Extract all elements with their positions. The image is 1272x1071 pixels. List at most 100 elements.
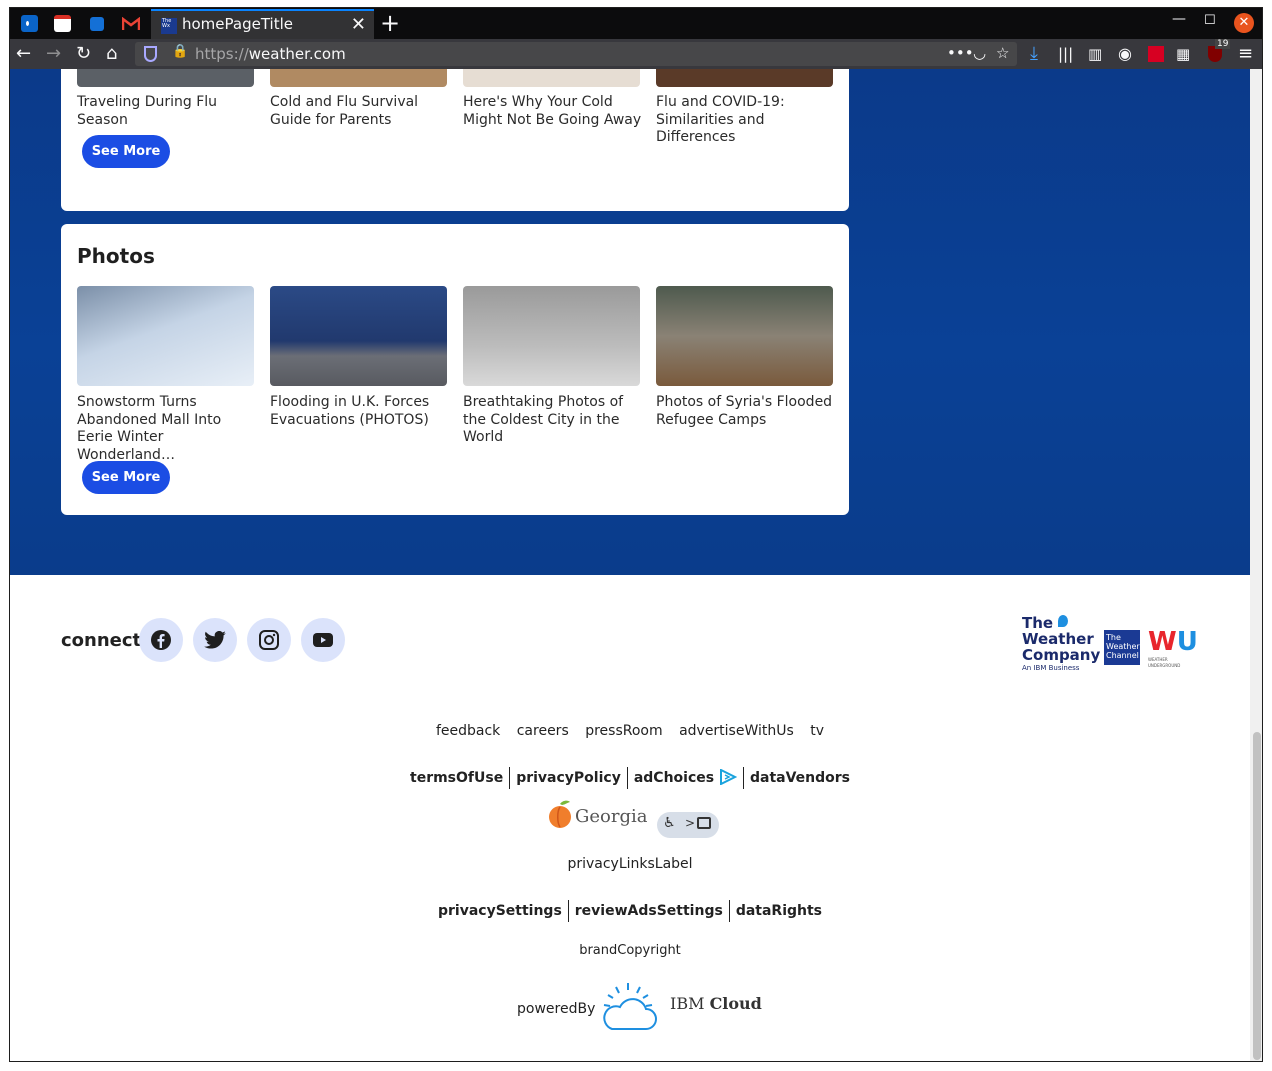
youtube-icon xyxy=(313,633,333,647)
pinned-tab-windows[interactable] xyxy=(80,8,113,39)
new-tab-icon[interactable]: + xyxy=(380,9,400,37)
privacy-settings-link[interactable]: privacySettings xyxy=(438,903,562,919)
see-more-button[interactable]: See More xyxy=(82,461,170,494)
extension-icon[interactable]: ▦ xyxy=(1176,43,1190,65)
article-link[interactable]: Flu and COVID-19: Similarities and Diffe… xyxy=(656,94,836,147)
library-icon[interactable]: ||| xyxy=(1058,43,1073,65)
facebook-link[interactable] xyxy=(139,618,183,662)
nav-bar: ← → ↻ ⌂ 🔒 https://weather.com ••• ◡ ☆ ⤓ … xyxy=(10,39,1262,69)
weather-channel-logo[interactable]: The Weather Channel xyxy=(1104,630,1140,665)
photo-link[interactable]: Flooding in U.K. Forces Evacuations (PHO… xyxy=(270,394,450,429)
photos-card: Photos Snowstorm Turns Abandoned Mall In… xyxy=(61,224,849,515)
pinned-tab-outlook[interactable] xyxy=(13,8,46,39)
tab-active[interactable]: The Wx homePageTitle ✕ xyxy=(151,9,374,39)
account-icon[interactable]: ◉ xyxy=(1118,43,1132,65)
download-icon[interactable]: ⤓ xyxy=(1030,43,1038,65)
outlook-icon xyxy=(21,15,38,32)
thumbnail-image[interactable] xyxy=(270,69,447,87)
windows-icon xyxy=(89,16,104,31)
article-link[interactable]: Traveling During Flu Season xyxy=(77,94,257,129)
georgia-logo[interactable]: Georgia xyxy=(548,799,647,833)
back-icon[interactable]: ← xyxy=(16,43,31,65)
accessibility-icon: ♿ xyxy=(663,815,676,831)
legal-links: termsOfUse privacyPolicy adChoices dataVen… xyxy=(10,767,1250,789)
pocket-icon[interactable]: ◡ xyxy=(973,44,986,62)
thumbnail-image[interactable] xyxy=(656,69,833,87)
photo-link[interactable]: Snowstorm Turns Abandoned Mall Into Eeri… xyxy=(77,394,257,464)
browser-window: The Wx homePageTitle ✕ + — ☐ ✕ ← → ↻ ⌂ 🔒 … xyxy=(9,7,1263,1062)
data-rights-link[interactable]: dataRights xyxy=(736,903,822,919)
tab-bar: The Wx homePageTitle ✕ + — ☐ ✕ xyxy=(10,8,1262,39)
feedback-link[interactable]: feedback xyxy=(436,723,500,739)
sidebar-icon[interactable]: ▥ xyxy=(1088,43,1102,65)
press-room-link[interactable]: pressRoom xyxy=(585,723,662,739)
page-scrollbar[interactable] xyxy=(1250,69,1262,1061)
powered-by-label: poweredBy xyxy=(517,1001,596,1017)
data-vendors-link[interactable]: dataVendors xyxy=(750,770,850,786)
peach-icon xyxy=(549,800,571,828)
weather-channel-favicon: The Wx xyxy=(161,18,177,34)
terms-link[interactable]: termsOfUse xyxy=(410,770,503,786)
instagram-link[interactable] xyxy=(247,618,291,662)
droplet-icon xyxy=(1058,615,1069,627)
lock-icon[interactable]: 🔒 xyxy=(172,44,188,59)
tv-link[interactable]: tv xyxy=(810,723,824,739)
page-viewport: Traveling During Flu Season Cold and Flu… xyxy=(10,69,1250,1061)
url-text[interactable]: https://weather.com xyxy=(195,45,346,63)
youtube-link[interactable] xyxy=(301,618,345,662)
ibm-cloud-wordmark[interactable]: IBM Cloud xyxy=(670,994,762,1013)
video-card: Traveling During Flu Season Cold and Flu… xyxy=(61,69,849,211)
close-tab-icon[interactable]: ✕ xyxy=(351,14,366,35)
thumbnail-image[interactable] xyxy=(463,69,640,87)
minimize-icon[interactable]: — xyxy=(1172,11,1186,27)
accessibility-badge[interactable]: ♿ > xyxy=(657,812,719,838)
weather-underground-logo[interactable]: WU WEATHER UNDERGROUND xyxy=(1148,627,1200,669)
gmail-icon xyxy=(54,15,71,32)
pinned-tab-gmail[interactable] xyxy=(114,8,147,39)
photo-thumbnail[interactable] xyxy=(463,286,640,386)
privacy-links: privacySettings reviewAdsSettings dataRigh… xyxy=(10,900,1250,922)
see-more-button[interactable]: See More xyxy=(82,135,170,168)
tracking-shield-icon[interactable] xyxy=(144,46,157,62)
photo-thumbnail[interactable] xyxy=(656,286,833,386)
privacy-links-label: privacyLinksLabel xyxy=(567,856,693,872)
brand-copyright: brandCopyright xyxy=(579,943,681,958)
instagram-icon xyxy=(259,630,279,650)
gmail-icon xyxy=(121,16,140,30)
footer: connect The Weather Company An IBM Busin… xyxy=(10,575,1250,1061)
photo-thumbnail[interactable] xyxy=(77,286,254,386)
window-close-icon[interactable]: ✕ xyxy=(1234,13,1254,33)
computer-icon xyxy=(697,817,711,829)
twitter-icon xyxy=(204,631,226,649)
facebook-icon xyxy=(151,630,171,650)
thumbnail-image[interactable] xyxy=(77,69,254,87)
pinned-tab-gmail-alt[interactable] xyxy=(46,8,79,39)
review-ads-settings-link[interactable]: reviewAdsSettings xyxy=(575,903,723,919)
photo-link[interactable]: Photos of Syria's Flooded Refugee Camps xyxy=(656,394,836,429)
reload-icon[interactable]: ↻ xyxy=(76,43,91,65)
careers-link[interactable]: careers xyxy=(517,723,569,739)
home-icon[interactable]: ⌂ xyxy=(106,43,117,65)
lastpass-icon[interactable] xyxy=(1148,46,1164,62)
scrollbar-thumb[interactable] xyxy=(1253,732,1261,1060)
weather-company-logo[interactable]: The Weather Company An IBM Business xyxy=(1022,615,1100,679)
ibm-cloud-icon[interactable] xyxy=(600,981,660,1033)
primary-links: feedback careers pressRoom advertiseWith… xyxy=(10,723,1250,739)
advertise-link[interactable]: advertiseWithUs xyxy=(679,723,794,739)
maximize-icon[interactable]: ☐ xyxy=(1204,13,1216,28)
photo-link[interactable]: Breathtaking Photos of the Coldest City … xyxy=(463,394,643,447)
section-title: Photos xyxy=(77,244,155,268)
page-actions-icon[interactable]: ••• xyxy=(947,44,974,62)
forward-icon[interactable]: → xyxy=(46,43,61,65)
twitter-link[interactable] xyxy=(193,618,237,662)
menu-icon[interactable]: ≡ xyxy=(1238,43,1253,65)
bookmark-star-icon[interactable]: ☆ xyxy=(996,44,1009,62)
connect-label: connect xyxy=(61,630,142,651)
privacy-policy-link[interactable]: privacyPolicy xyxy=(516,770,621,786)
url-bar[interactable]: 🔒 https://weather.com ••• ◡ ☆ xyxy=(135,42,1017,66)
article-link[interactable]: Here's Why Your Cold Might Not Be Going … xyxy=(463,94,643,129)
article-link[interactable]: Cold and Flu Survival Guide for Parents xyxy=(270,94,450,129)
photo-thumbnail[interactable] xyxy=(270,286,447,386)
adchoices-icon[interactable] xyxy=(719,768,738,786)
adchoices-link[interactable]: adChoices xyxy=(634,770,714,786)
